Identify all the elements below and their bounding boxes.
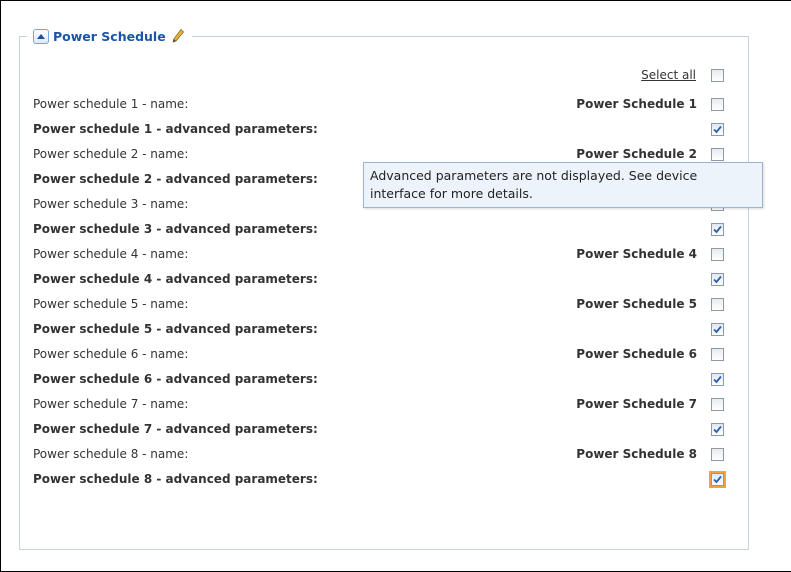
schedule-advanced-row: Power schedule 6 - advanced parameters: <box>33 369 743 391</box>
schedule-advanced-label: Power schedule 7 - advanced parameters: <box>33 422 318 436</box>
schedule-advanced-checkbox[interactable] <box>711 373 724 386</box>
schedule-name-checkbox[interactable] <box>711 148 724 161</box>
schedule-name-value: Power Schedule 6 <box>576 347 697 361</box>
schedule-advanced-checkbox[interactable] <box>711 323 724 336</box>
schedule-name-row: Power schedule 8 - name: Power Schedule 8 <box>33 444 743 466</box>
schedule-advanced-row: Power schedule 8 - advanced parameters: <box>33 469 743 491</box>
schedule-name-value: Power Schedule 5 <box>576 297 697 311</box>
pencil-icon[interactable] <box>172 29 184 43</box>
schedule-name-checkbox[interactable] <box>711 98 724 111</box>
schedule-name-checkbox[interactable] <box>711 248 724 261</box>
schedule-name-row: Power schedule 5 - name: Power Schedule 5 <box>33 294 743 316</box>
panel-legend: Power Schedule <box>27 25 192 47</box>
schedule-advanced-label: Power schedule 5 - advanced parameters: <box>33 322 318 336</box>
schedule-advanced-row: Power schedule 7 - advanced parameters: <box>33 419 743 441</box>
schedule-name-row: Power schedule 4 - name: Power Schedule 4 <box>33 244 743 266</box>
schedule-advanced-label: Power schedule 6 - advanced parameters: <box>33 372 318 386</box>
schedule-name-row: Power schedule 1 - name: Power Schedule 1 <box>33 94 743 116</box>
schedule-name-label: Power schedule 1 - name: <box>33 97 189 111</box>
schedule-name-label: Power schedule 5 - name: <box>33 297 189 311</box>
schedule-name-value: Power Schedule 7 <box>576 397 697 411</box>
schedule-name-row: Power schedule 6 - name: Power Schedule 6 <box>33 344 743 366</box>
schedule-name-checkbox[interactable] <box>711 398 724 411</box>
schedule-advanced-checkbox[interactable] <box>711 423 724 436</box>
schedule-advanced-checkbox[interactable] <box>709 471 726 488</box>
schedule-advanced-label: Power schedule 8 - advanced parameters: <box>33 472 318 486</box>
select-all-checkbox[interactable] <box>711 69 724 82</box>
schedule-name-label: Power schedule 3 - name: <box>33 197 189 211</box>
advanced-parameters-tooltip: Advanced parameters are not displayed. S… <box>363 162 763 208</box>
schedule-advanced-row: Power schedule 4 - advanced parameters: <box>33 269 743 291</box>
schedule-name-checkbox[interactable] <box>711 298 724 311</box>
schedule-name-label: Power schedule 8 - name: <box>33 447 189 461</box>
schedule-advanced-label: Power schedule 4 - advanced parameters: <box>33 272 318 286</box>
schedule-advanced-checkbox[interactable] <box>711 223 724 236</box>
schedule-advanced-row: Power schedule 5 - advanced parameters: <box>33 319 743 341</box>
schedule-advanced-checkbox[interactable] <box>711 273 724 286</box>
schedule-name-value: Power Schedule 4 <box>576 247 697 261</box>
schedule-name-value: Power Schedule 1 <box>576 97 697 111</box>
schedule-name-checkbox[interactable] <box>711 448 724 461</box>
schedule-name-label: Power schedule 7 - name: <box>33 397 189 411</box>
schedule-name-checkbox[interactable] <box>711 348 724 361</box>
schedule-name-label: Power schedule 6 - name: <box>33 347 189 361</box>
schedule-name-value: Power Schedule 8 <box>576 447 697 461</box>
schedule-name-row: Power schedule 7 - name: Power Schedule 7 <box>33 394 743 416</box>
schedule-name-label: Power schedule 4 - name: <box>33 247 189 261</box>
panel-title: Power Schedule <box>53 28 166 44</box>
schedule-name-label: Power schedule 2 - name: <box>33 147 189 161</box>
schedule-name-value: Power Schedule 2 <box>576 147 697 161</box>
schedule-advanced-checkbox[interactable] <box>711 123 724 136</box>
select-all-link[interactable]: Select all <box>641 68 696 82</box>
collapse-up-icon[interactable] <box>33 28 49 44</box>
schedule-advanced-row: Power schedule 3 - advanced parameters: <box>33 219 743 241</box>
schedule-advanced-row: Power schedule 1 - advanced parameters: <box>33 119 743 141</box>
schedule-advanced-label: Power schedule 3 - advanced parameters: <box>33 222 318 236</box>
schedule-advanced-label: Power schedule 2 - advanced parameters: <box>33 172 318 186</box>
schedule-advanced-label: Power schedule 1 - advanced parameters: <box>33 122 318 136</box>
